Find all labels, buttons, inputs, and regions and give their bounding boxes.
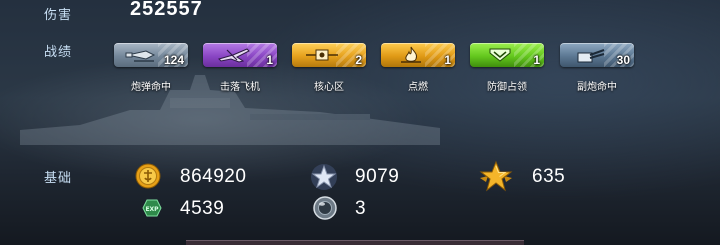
coins-value: 864920: [180, 166, 247, 187]
silver-orb-icon: [313, 196, 337, 220]
achievement-label: 防御占领: [487, 82, 527, 93]
achievement-badge-ignite: 1: [381, 43, 455, 67]
defend-capture-icon: [489, 48, 511, 62]
fire-icon: [401, 46, 421, 63]
star-points-value: 9079: [355, 166, 400, 187]
gold-star-icon: [479, 160, 513, 192]
basic-label: 基础: [44, 171, 73, 186]
gold-coin-icon: [135, 163, 161, 189]
core-zone-icon: [306, 49, 338, 61]
achievement-label: 核心区: [314, 82, 344, 93]
plane-icon: [218, 48, 250, 63]
exp-value: 4539: [180, 198, 225, 219]
achievement-label: 炮弹命中: [131, 82, 171, 93]
orb-count-value: 3: [355, 198, 367, 219]
achievement-count: 1: [533, 53, 540, 67]
bottom-panel-edge: [186, 240, 524, 245]
achievement-label: 点燃: [408, 82, 428, 93]
damage-label: 伤害: [44, 8, 73, 23]
gold-star-points-value: 635: [532, 166, 566, 187]
achievement-badge-defend-capture: 1: [470, 43, 544, 67]
achievement-badge-core-zone: 2: [292, 43, 366, 67]
achievement-label: 副炮命中: [577, 82, 617, 93]
achievement-badge-secondary-gun: 30: [560, 43, 634, 67]
achievement-count: 2: [355, 53, 362, 67]
achievement-count: 124: [163, 53, 184, 67]
exp-badge-icon: EXP: [142, 199, 162, 217]
achievement-count: 30: [616, 53, 630, 67]
achievement-badge-shell-hits: 124: [114, 43, 188, 67]
achievement-label: 击落飞机: [220, 82, 260, 93]
achievement-badge-planes-shot: 1: [203, 43, 277, 67]
record-label: 战绩: [44, 45, 73, 60]
damage-value: 252557: [130, 0, 203, 20]
silver-star-icon: [311, 164, 337, 190]
secondary-gun-icon: [577, 49, 605, 63]
svg-text:EXP: EXP: [145, 206, 159, 213]
achievement-count: 1: [444, 53, 451, 67]
achievement-count: 1: [266, 53, 273, 67]
shell-icon: [125, 50, 156, 62]
